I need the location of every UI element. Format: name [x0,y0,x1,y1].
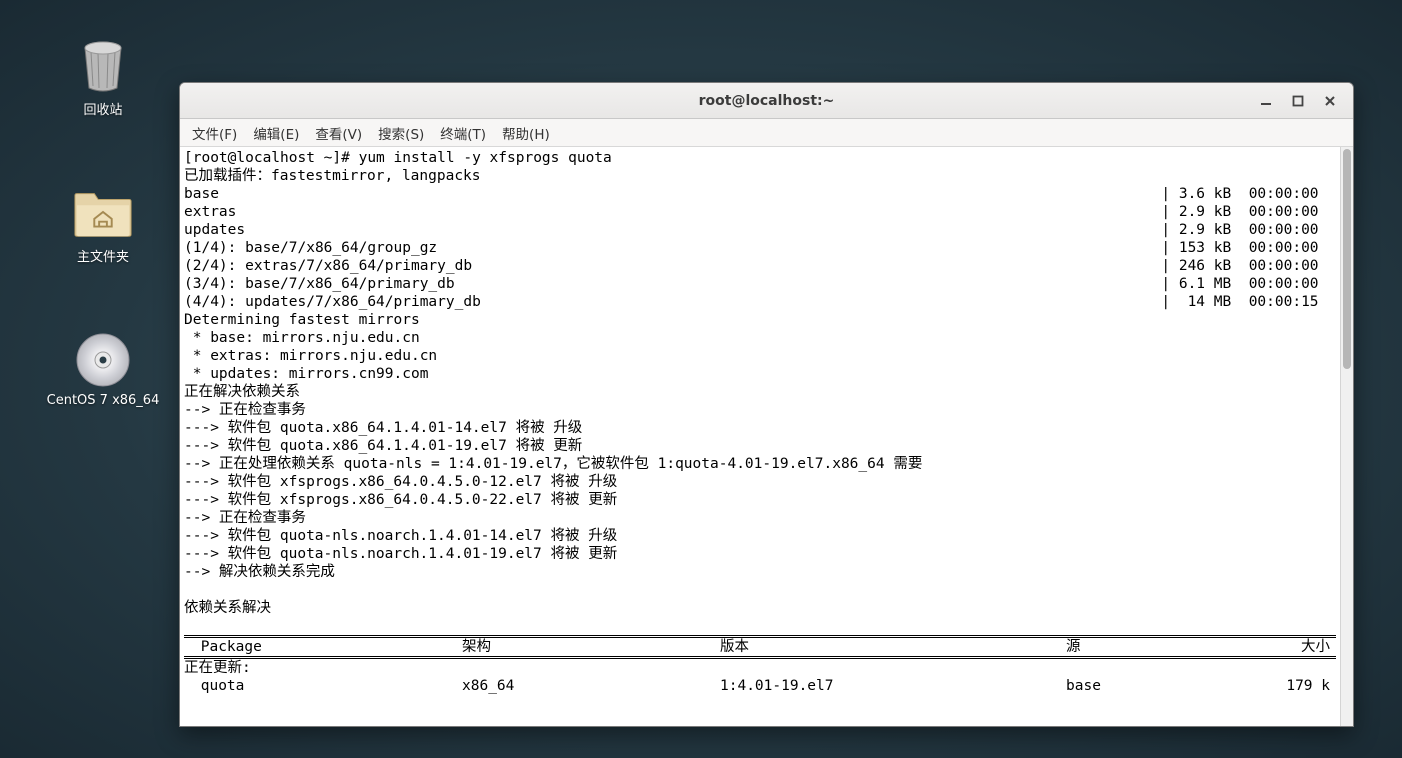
menu-edit[interactable]: 编辑(E) [245,120,307,146]
window-controls [1257,83,1345,119]
desktop-icon-label: 主文件夹 [58,246,148,265]
menu-file[interactable]: 文件(F) [184,120,245,146]
folder-home-icon [73,185,133,240]
scrollbar-thumb[interactable] [1343,149,1351,369]
window-title: root@localhost:~ [180,93,1353,109]
menu-help[interactable]: 帮助(H) [494,120,558,146]
vertical-scrollbar[interactable] [1340,147,1353,726]
terminal-window: root@localhost:~ 文件(F) 编辑(E) 查看(V) 搜索(S)… [179,82,1354,727]
desktop-icon-dvd[interactable]: CentOS 7 x86_64 [46,332,160,408]
desktop-icon-label: CentOS 7 x86_64 [46,393,160,408]
desktop-icon-trash[interactable]: 回收站 [58,38,148,118]
desktop-icon-home[interactable]: 主文件夹 [58,185,148,265]
titlebar[interactable]: root@localhost:~ [180,83,1353,119]
menubar: 文件(F) 编辑(E) 查看(V) 搜索(S) 终端(T) 帮助(H) [180,119,1353,147]
menu-search[interactable]: 搜索(S) [370,120,432,146]
trash-icon [73,38,133,93]
minimize-button[interactable] [1257,92,1275,110]
close-button[interactable] [1321,92,1339,110]
disc-icon [73,332,133,387]
maximize-button[interactable] [1289,92,1307,110]
terminal-output[interactable]: [root@localhost ~]# yum install -y xfspr… [180,147,1340,726]
desktop-icon-label: 回收站 [58,99,148,118]
menu-terminal[interactable]: 终端(T) [432,120,494,146]
menu-view[interactable]: 查看(V) [307,120,370,146]
